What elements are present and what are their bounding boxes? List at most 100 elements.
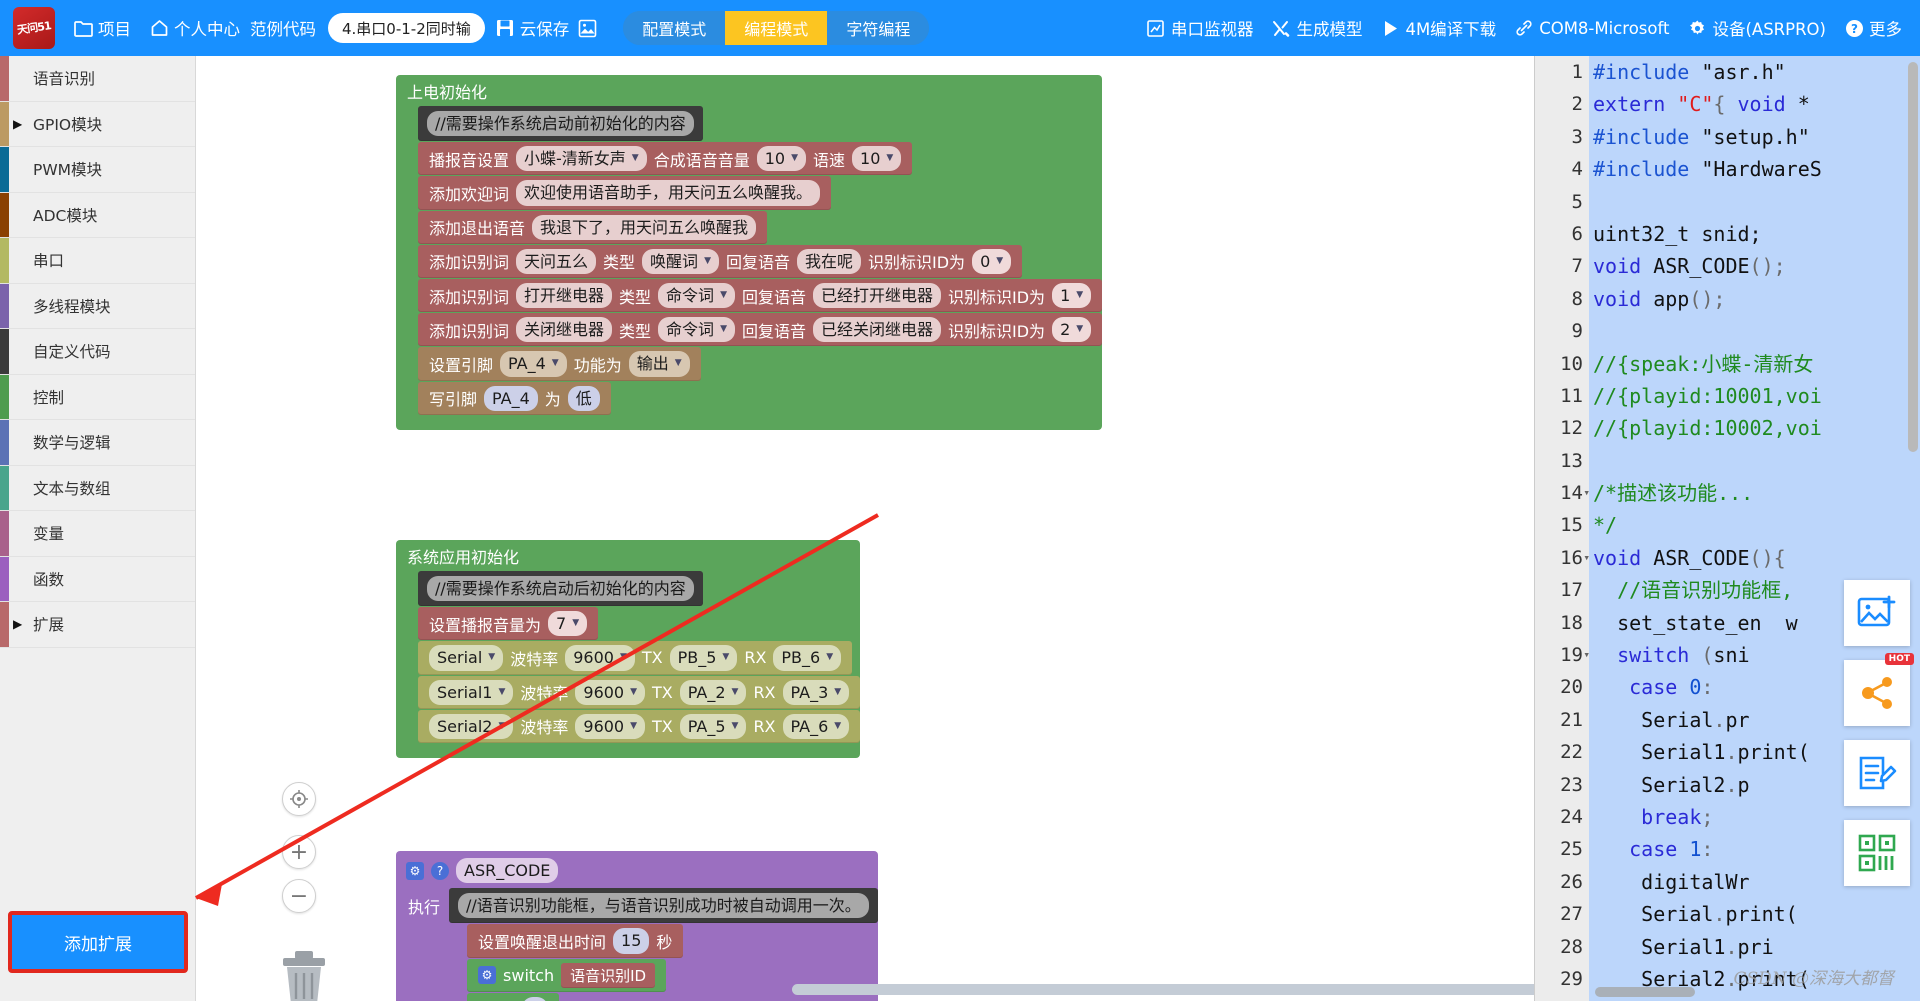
block-row[interactable]: 写引脚 PA_4 为低 bbox=[418, 381, 611, 415]
block-field-serial[interactable]: PB_6 ▼ bbox=[773, 645, 842, 671]
block-group-system-app-init[interactable]: 系统应用初始化 //需要操作系统启动后初始化的内容 设置播报音量为 7 ▼ Serial ▼… bbox=[396, 540, 861, 758]
share-icon[interactable]: HOT bbox=[1844, 653, 1914, 726]
workspace-horizontal-scrollbar[interactable] bbox=[792, 984, 1534, 995]
toolbar-item-generate-model[interactable]: 生成模型 bbox=[1271, 16, 1362, 40]
code-line[interactable]: void ASR_CODE(){ bbox=[1589, 542, 1920, 574]
block-field-dropdown[interactable]: 命令词 ▼ bbox=[658, 282, 735, 309]
toolbar-item-device[interactable]: 设备(ASRPRO) bbox=[1687, 16, 1826, 40]
block-field-text[interactable]: 关闭继电器 bbox=[516, 317, 613, 343]
block-field-num[interactable]: 2 ▼ bbox=[1052, 317, 1092, 343]
sidebar-item-12[interactable]: ▶ 扩展 bbox=[0, 602, 195, 648]
code-line[interactable]: void ASR_CODE(); bbox=[1589, 250, 1920, 282]
block-row[interactable]: 添加识别词 打开继电器 类型 命令词 ▼ 回复语音 已经打开继电器 识别标识ID为 1 ▼ bbox=[418, 278, 1103, 313]
sidebar-item-6[interactable]: ▶自定义代码 bbox=[0, 329, 195, 375]
block-field-serial[interactable]: Serial ▼ bbox=[429, 645, 504, 671]
block-field-num[interactable]: 1 ▼ bbox=[1052, 282, 1092, 309]
code-line[interactable] bbox=[1589, 186, 1920, 218]
toolbar-item-cloud-save[interactable]: 云保存 bbox=[495, 16, 569, 40]
trash-icon[interactable] bbox=[277, 946, 331, 1001]
sidebar-item-2[interactable]: ▶PWM模块 bbox=[0, 147, 195, 193]
block-field-serial[interactable]: PA_6 ▼ bbox=[782, 713, 850, 739]
block-field-serial[interactable]: PA_2 ▼ bbox=[679, 679, 747, 705]
sidebar-item-11[interactable]: ▶函数 bbox=[0, 556, 195, 602]
block-field-serial[interactable]: Serial1 ▼ bbox=[429, 679, 514, 705]
block-row[interactable]: 设置唤醒退出时间 15 秒 bbox=[467, 924, 684, 958]
block-comment[interactable]: //需要操作系统启动后初始化的内容 bbox=[418, 571, 703, 607]
code-line[interactable]: extern "C"{ void * bbox=[1589, 88, 1920, 120]
sidebar-item-5[interactable]: ▶多线程模块 bbox=[0, 283, 195, 329]
toolbar-item-port[interactable]: COM8-Microsoft bbox=[1514, 18, 1669, 38]
gear-icon[interactable]: ⚙ bbox=[478, 966, 497, 985]
toolbar-item-serial-monitor[interactable]: 串口监视器 bbox=[1146, 16, 1253, 40]
block-field-dropdown[interactable]: 唤醒词 ▼ bbox=[642, 248, 719, 274]
block-field-dropdown[interactable]: 命令词 ▼ bbox=[658, 317, 735, 343]
block-field-num[interactable]: 7 ▼ bbox=[548, 611, 588, 637]
sidebar-item-0[interactable]: ▶语音识别 bbox=[0, 56, 195, 102]
qr-code-icon[interactable] bbox=[1844, 820, 1910, 886]
block-group-power-on-init[interactable]: 上电初始化 //需要操作系统启动前初始化的内容 播报音设置 小蝶-清新女声 ▼ 合成语音音… bbox=[396, 75, 1103, 430]
block-field-serial[interactable]: PA_5 ▼ bbox=[679, 713, 747, 739]
block-row[interactable]: 添加退出语音 我退下了，用天问五么唤醒我 bbox=[418, 210, 768, 244]
sidebar-item-3[interactable]: ▶ADC模块 bbox=[0, 192, 195, 238]
block-row[interactable]: 设置播报音量为 7 ▼ bbox=[418, 607, 599, 641]
block-comment[interactable]: //语音识别功能框，与语音识别成功时被自动调用一次。 bbox=[449, 888, 878, 924]
sidebar-item-10[interactable]: ▶变量 bbox=[0, 511, 195, 557]
block-field-gpio[interactable]: 输出 ▼ bbox=[628, 351, 690, 377]
center-workspace-button[interactable] bbox=[282, 782, 316, 816]
code-line[interactable]: void app(); bbox=[1589, 283, 1920, 315]
toolbar-item-project[interactable]: 项目 bbox=[73, 16, 131, 40]
block-row[interactable]: Serial1 ▼ 波特率 9600 ▼ TX PA_2 ▼ RX PA_3 ▼ bbox=[418, 675, 861, 709]
block-field-text[interactable]: 天问五么 bbox=[516, 248, 597, 274]
block-row[interactable]: ⚙ switch 语音识别ID bbox=[467, 958, 667, 992]
code-line[interactable]: #include "HardwareS bbox=[1589, 153, 1920, 185]
block-comment-text[interactable]: //语音识别功能框，与语音识别成功时被自动调用一次。 bbox=[458, 893, 869, 919]
mode-button-programming[interactable]: 编程模式 bbox=[725, 11, 828, 45]
block-field-blue[interactable]: 15 bbox=[613, 928, 650, 954]
zoom-out-button[interactable]: − bbox=[282, 879, 316, 913]
code-line[interactable]: #include "setup.h" bbox=[1589, 121, 1920, 153]
blockly-workspace[interactable]: 上电初始化 //需要操作系统启动前初始化的内容 播报音设置 小蝶-清新女声 ▼ 合成语音音… bbox=[196, 56, 1534, 1001]
block-comment-text[interactable]: //需要操作系统启动前初始化的内容 bbox=[427, 111, 694, 137]
block-row[interactable]: case0 bbox=[467, 992, 559, 1001]
block-field-text[interactable]: 我退下了，用天问五么唤醒我 bbox=[532, 214, 757, 240]
block-field-text[interactable]: 已经关闭继电器 bbox=[813, 317, 942, 343]
code-line[interactable]: //{speak:小蝶-清新女 bbox=[1589, 348, 1920, 380]
block-row[interactable]: 播报音设置 小蝶-清新女声 ▼ 合成语音音量 10 ▼ 语速 10 ▼ bbox=[418, 142, 913, 176]
block-row[interactable]: Serial2 ▼ 波特率 9600 ▼ TX PA_5 ▼ RX PA_6 ▼ bbox=[418, 709, 861, 743]
block-comment[interactable]: //需要操作系统启动前初始化的内容 bbox=[418, 106, 703, 142]
zoom-in-button[interactable]: + bbox=[282, 835, 316, 869]
sidebar-item-9[interactable]: ▶文本与数组 bbox=[0, 465, 195, 511]
toolbar-item-sample-code[interactable]: 范例代码 bbox=[250, 16, 316, 40]
mode-button-config[interactable]: 配置模式 bbox=[623, 11, 726, 45]
block-row[interactable]: 添加识别词 天问五么 类型 唤醒词 ▼ 回复语音 我在呢 识别标识ID为 0 ▼ bbox=[418, 244, 1023, 278]
block-row[interactable]: 添加识别词 关闭继电器 类型 命令词 ▼ 回复语音 已经关闭继电器 识别标识ID为 2 ▼ bbox=[418, 313, 1103, 347]
block-field-serial[interactable]: Serial2 ▼ bbox=[429, 713, 514, 739]
code-vertical-scrollbar[interactable] bbox=[1908, 62, 1918, 452]
block-field-serial[interactable]: 9600 ▼ bbox=[565, 645, 635, 671]
project-name-field[interactable]: 4.串口0-1-2同时输 bbox=[328, 13, 485, 43]
code-line[interactable] bbox=[1589, 445, 1920, 477]
code-line[interactable] bbox=[1589, 315, 1920, 347]
block-field-serial[interactable]: PA_3 ▼ bbox=[782, 679, 850, 705]
help-icon[interactable]: ? bbox=[431, 861, 449, 880]
block-field-blue[interactable]: 0 bbox=[521, 996, 548, 1001]
toolbar-item-image[interactable] bbox=[577, 18, 597, 38]
block-field-text[interactable]: 已经打开继电器 bbox=[813, 282, 942, 309]
mode-switch-group[interactable]: 配置模式 编程模式 字符编程 bbox=[623, 11, 930, 45]
app-logo[interactable]: 天问51 bbox=[13, 7, 55, 49]
code-line[interactable]: Serial1.pri bbox=[1589, 931, 1920, 963]
edit-note-icon[interactable] bbox=[1844, 740, 1910, 806]
sidebar-item-7[interactable]: ▶控制 bbox=[0, 374, 195, 420]
block-field-text[interactable]: 我在呢 bbox=[797, 248, 862, 274]
code-line[interactable]: #include "asr.h" bbox=[1589, 56, 1920, 88]
code-line[interactable]: uint32_t snid; bbox=[1589, 218, 1920, 250]
mode-button-char-programming[interactable]: 字符编程 bbox=[827, 11, 930, 45]
block-field-dropdown[interactable]: 10 ▼ bbox=[852, 146, 902, 172]
sidebar-item-4[interactable]: ▶串口 bbox=[0, 238, 195, 284]
block-field-blue[interactable]: 低 bbox=[567, 385, 600, 411]
block-field-dropdown[interactable]: 10 ▼ bbox=[756, 146, 807, 172]
block-field-serial[interactable]: 9600 ▼ bbox=[575, 713, 646, 739]
code-line[interactable]: */ bbox=[1589, 509, 1920, 541]
function-name-field[interactable]: ASR_CODE bbox=[456, 858, 559, 884]
code-line[interactable]: //{playid:10001,voi bbox=[1589, 380, 1920, 412]
